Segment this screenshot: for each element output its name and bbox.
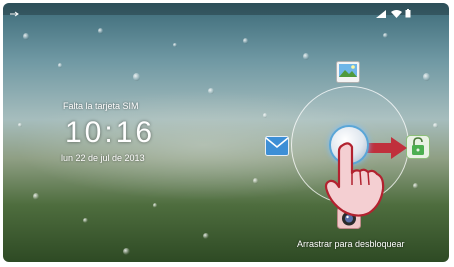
raindrop (98, 28, 103, 34)
raindrop (203, 233, 209, 239)
gallery-icon[interactable] (336, 61, 360, 88)
raindrop (23, 33, 29, 40)
raindrop (33, 193, 39, 200)
date-text: lun 22 de jul de 2013 (61, 153, 145, 163)
raindrop (413, 183, 418, 189)
sim-status-text: Falta la tarjeta SIM (63, 101, 139, 111)
status-bar (3, 3, 449, 18)
wifi-icon (391, 5, 402, 18)
raindrop (173, 43, 177, 47)
raindrop (208, 88, 214, 94)
raindrop (18, 123, 22, 127)
signal-icon (375, 5, 387, 18)
lockscreen: Falta la tarjeta SIM 10:16 lun 22 de jul… (3, 3, 449, 262)
unlock-hint-text: Arrastrar para desbloquear (297, 239, 405, 249)
raindrop (58, 63, 62, 68)
raindrop (123, 248, 130, 255)
raindrop (433, 123, 438, 128)
raindrop (243, 38, 248, 44)
raindrop (153, 203, 157, 208)
raindrop (253, 178, 258, 184)
raindrop (303, 53, 309, 60)
raindrop (133, 73, 140, 81)
unlock-icon[interactable] (406, 135, 430, 164)
raindrop (263, 113, 267, 118)
clock-time: 10:16 (65, 116, 156, 149)
raindrop (383, 33, 388, 38)
usb-icon (9, 5, 19, 17)
pointing-hand-icon (321, 141, 387, 224)
raindrop (423, 73, 430, 81)
messages-icon[interactable] (265, 136, 289, 161)
raindrop (83, 218, 88, 223)
battery-icon (405, 5, 411, 18)
